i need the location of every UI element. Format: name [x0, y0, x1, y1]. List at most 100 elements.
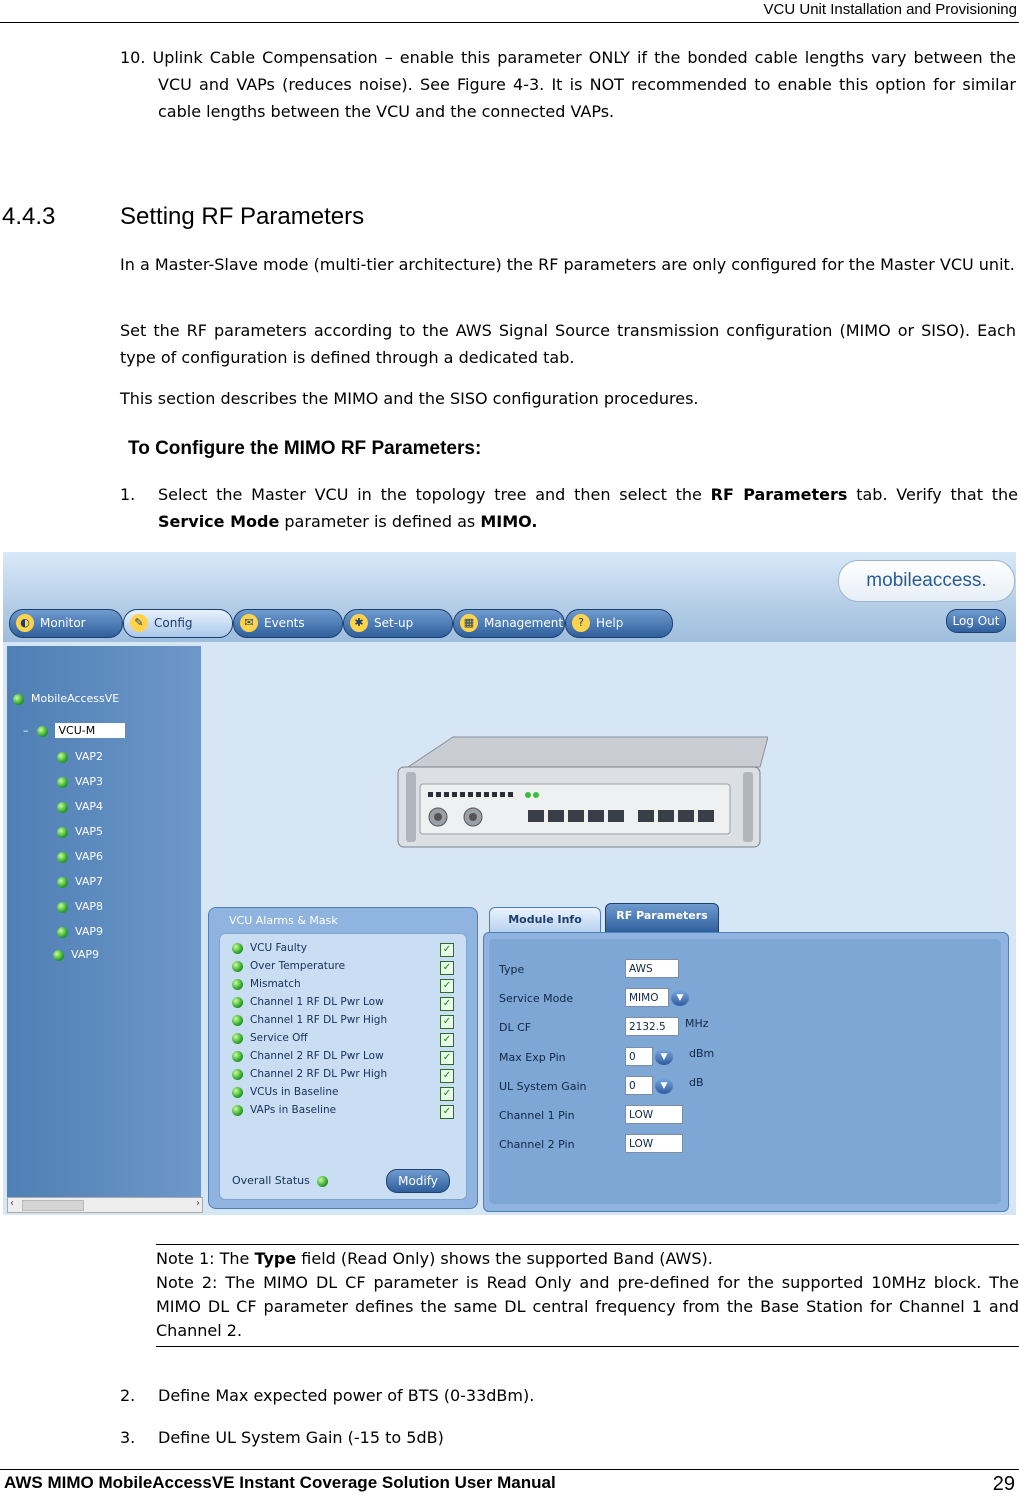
- rf-parameters-screenshot: mobileaccess. ◐ Monitor ✎ Config ✉ Events ✱…: [3, 552, 1016, 1215]
- rf-row-max-exp-pin: Max Exp Pin 0 ▼ dBm: [499, 1047, 979, 1069]
- nav-setup[interactable]: ✱ Set-up: [343, 609, 453, 638]
- step-1-text: Select the Master VCU in the topology tr…: [158, 481, 1018, 535]
- alarm-row: VAPs in Baseline ✓: [232, 1104, 454, 1121]
- section-number: 4.4.3: [2, 203, 56, 230]
- status-led-icon: [57, 876, 68, 888]
- status-led-icon: [13, 693, 24, 705]
- alarm-row: Channel 1 RF DL Pwr High ✓: [232, 1014, 454, 1031]
- tree-item-label: VAP8: [75, 900, 103, 913]
- overall-status-label: Overall Status: [232, 1174, 310, 1187]
- chevron-down-icon[interactable]: ▼: [671, 990, 689, 1006]
- step-10-text: 10. Uplink Cable Compensation – enable t…: [120, 48, 1016, 121]
- mask-checkbox[interactable]: ✓: [440, 1087, 454, 1101]
- note-1-part: Note 1: The: [156, 1249, 255, 1268]
- status-led-icon: [57, 851, 68, 863]
- channel-2-pin-field: LOW: [625, 1134, 683, 1153]
- status-led-icon: [232, 978, 243, 990]
- mask-checkbox[interactable]: ✓: [440, 979, 454, 993]
- tree-item-vap[interactable]: VAP5: [57, 825, 103, 838]
- status-led-icon: [232, 1104, 243, 1116]
- step-1-bold-service: Service Mode: [158, 512, 280, 531]
- tree-item-vap[interactable]: VAP7: [57, 875, 103, 888]
- nav-management[interactable]: ▦ Management: [453, 609, 565, 638]
- dl-cf-field: 2132.5: [625, 1017, 679, 1036]
- tree-item-vap[interactable]: VAP9: [57, 925, 103, 938]
- nav-bar: ◐ Monitor ✎ Config ✉ Events ✱ Set-up ▦ Manage…: [3, 607, 1016, 639]
- tree-selected-label: VCU-M: [54, 723, 126, 738]
- modify-button[interactable]: Modify: [386, 1169, 450, 1193]
- step-1-bold-rf: RF Parameters: [710, 485, 848, 504]
- nav-help[interactable]: ? Help: [565, 609, 673, 638]
- tree-vcu-m[interactable]: – VCU-M: [23, 723, 126, 738]
- tree-item-vap[interactable]: VAP9: [53, 948, 99, 961]
- status-led-icon: [232, 1050, 243, 1062]
- tree-item-vap[interactable]: VAP8: [57, 900, 103, 913]
- nav-label: Events: [264, 616, 305, 630]
- alarm-row: Channel 2 RF DL Pwr High ✓: [232, 1068, 454, 1085]
- tree-item-vap[interactable]: VAP6: [57, 850, 103, 863]
- chevron-down-icon[interactable]: ▼: [655, 1078, 673, 1094]
- tree-item-vap[interactable]: VAP2: [57, 750, 103, 763]
- collapse-icon[interactable]: –: [23, 724, 29, 737]
- alarm-label: Channel 2 RF DL Pwr Low: [250, 1050, 384, 1062]
- nav-label: Management: [484, 616, 564, 630]
- unit-label: dB: [689, 1076, 704, 1089]
- service-mode-select[interactable]: MIMO: [625, 988, 669, 1007]
- status-led-icon: [36, 725, 48, 737]
- rf-label: Channel 2 Pin: [499, 1138, 575, 1151]
- mask-checkbox[interactable]: ✓: [440, 1033, 454, 1047]
- procedure-title: To Configure the MIMO RF Parameters:: [128, 438, 482, 459]
- mask-checkbox[interactable]: ✓: [440, 1051, 454, 1065]
- step-1-bold-mimo: MIMO.: [480, 512, 538, 531]
- mask-checkbox[interactable]: ✓: [440, 997, 454, 1011]
- logo-text: mobileaccess.: [866, 570, 987, 591]
- alarm-row: Channel 2 RF DL Pwr Low ✓: [232, 1050, 454, 1067]
- mask-checkbox[interactable]: ✓: [440, 1105, 454, 1119]
- tree-root[interactable]: MobileAccessVE: [13, 692, 119, 705]
- alarm-label: Mismatch: [250, 978, 301, 990]
- status-led-icon: [57, 901, 68, 913]
- chevron-down-icon[interactable]: ▼: [655, 1049, 673, 1065]
- mask-checkbox[interactable]: ✓: [440, 943, 454, 957]
- tree-item-vap[interactable]: VAP3: [57, 775, 103, 788]
- alarm-row: VCUs in Baseline ✓: [232, 1086, 454, 1103]
- alarm-label: VCU Faulty: [250, 942, 307, 954]
- status-led-icon: [57, 801, 68, 813]
- alarm-label: Service Off: [250, 1032, 308, 1044]
- mask-checkbox[interactable]: ✓: [440, 961, 454, 975]
- wrench-icon: ✎: [130, 614, 148, 632]
- rf-row-dl-cf: DL CF 2132.5 MHz: [499, 1017, 979, 1039]
- alarm-row: VCU Faulty ✓: [232, 942, 454, 959]
- scroll-right-icon[interactable]: ›: [196, 1198, 200, 1209]
- nav-label: Help: [596, 616, 624, 630]
- paragraph-3: This section describes the MIMO and the …: [120, 389, 699, 408]
- max-exp-pin-select[interactable]: 0: [625, 1047, 653, 1066]
- alarm-label: VAPs in Baseline: [250, 1104, 337, 1116]
- rf-label: DL CF: [499, 1021, 532, 1034]
- mask-checkbox[interactable]: ✓: [440, 1015, 454, 1029]
- alarm-row: Service Off ✓: [232, 1032, 454, 1049]
- tree-item-vap[interactable]: VAP4: [57, 800, 103, 813]
- status-led-icon: [57, 776, 68, 788]
- nav-events[interactable]: ✉ Events: [233, 609, 343, 638]
- type-field: AWS: [625, 959, 679, 978]
- rf-row-type: Type AWS: [499, 959, 979, 981]
- tab-module-info[interactable]: Module Info: [489, 907, 601, 933]
- tree-scrollbar[interactable]: ‹ ›: [7, 1197, 203, 1213]
- alarm-label: Channel 2 RF DL Pwr High: [250, 1068, 388, 1080]
- unit-label: dBm: [689, 1047, 715, 1060]
- step-3-number: 3.: [120, 1428, 136, 1447]
- scroll-thumb[interactable]: [22, 1200, 84, 1211]
- mask-checkbox[interactable]: ✓: [440, 1069, 454, 1083]
- nav-config[interactable]: ✎ Config: [123, 609, 233, 638]
- nav-monitor[interactable]: ◐ Monitor: [9, 609, 123, 638]
- rf-row-ul-system-gain: UL System Gain 0 ▼ dB: [499, 1076, 979, 1098]
- logout-button[interactable]: Log Out: [946, 609, 1006, 633]
- scroll-left-icon[interactable]: ‹: [10, 1198, 14, 1209]
- nav-label: Config: [154, 616, 193, 630]
- tree-item-label: VAP9: [75, 925, 103, 938]
- help-icon: ?: [572, 614, 590, 632]
- tab-rf-parameters[interactable]: RF Parameters: [605, 903, 719, 933]
- rf-row-channel-1-pin: Channel 1 Pin LOW: [499, 1105, 979, 1127]
- ul-system-gain-select[interactable]: 0: [625, 1076, 653, 1095]
